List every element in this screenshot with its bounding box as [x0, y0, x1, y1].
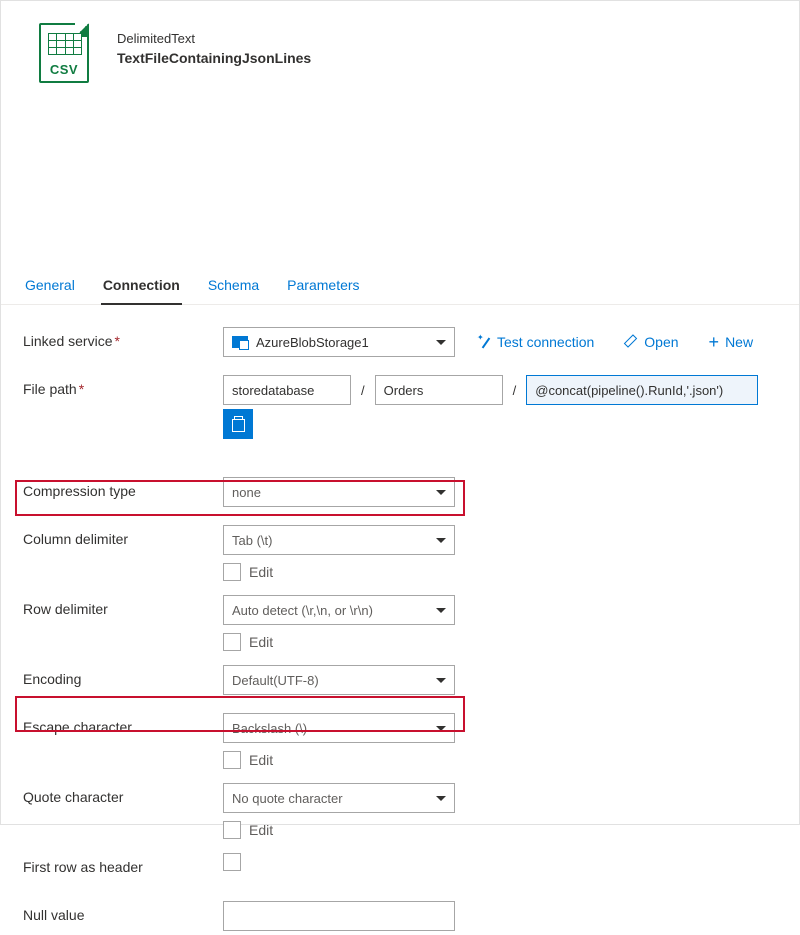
edit-label: Edit — [249, 822, 273, 838]
encoding-select[interactable]: Default(UTF-8) — [223, 665, 455, 695]
tab-schema[interactable]: Schema — [206, 269, 261, 304]
path-separator: / — [355, 383, 371, 398]
quote-character-edit-checkbox[interactable] — [223, 821, 241, 839]
edit-label: Edit — [249, 752, 273, 768]
chevron-down-icon — [436, 340, 446, 345]
encoding-label: Encoding — [23, 665, 223, 687]
linked-service-label: Linked service* — [23, 327, 223, 349]
null-value-input[interactable] — [223, 901, 455, 931]
storage-icon — [232, 336, 248, 348]
tab-connection[interactable]: Connection — [101, 269, 182, 305]
tab-bar: General Connection Schema Parameters — [1, 269, 799, 305]
row-delimiter-edit-checkbox[interactable] — [223, 633, 241, 651]
plus-icon: + — [709, 335, 720, 349]
open-button[interactable]: Open — [618, 334, 684, 350]
tab-parameters[interactable]: Parameters — [285, 269, 361, 304]
row-delimiter-label: Row delimiter — [23, 595, 223, 617]
column-delimiter-select[interactable]: Tab (\t) — [223, 525, 455, 555]
escape-character-select[interactable]: Backslash (\) — [223, 713, 455, 743]
row-delimiter-select[interactable]: Auto detect (\r,\n, or \r\n) — [223, 595, 455, 625]
path-separator: / — [507, 383, 523, 398]
chevron-down-icon — [436, 678, 446, 683]
linked-service-select[interactable]: AzureBlobStorage1 — [223, 327, 455, 357]
escape-character-edit-checkbox[interactable] — [223, 751, 241, 769]
first-row-header-checkbox[interactable] — [223, 853, 241, 871]
dataset-type: DelimitedText — [117, 31, 311, 46]
file-path-filename-input[interactable] — [526, 375, 758, 405]
chevron-down-icon — [436, 796, 446, 801]
null-value-label: Null value — [23, 901, 223, 923]
column-delimiter-label: Column delimiter — [23, 525, 223, 547]
csv-badge: CSV — [41, 62, 87, 77]
file-path-directory-input[interactable] — [375, 375, 503, 405]
delete-button[interactable] — [223, 409, 253, 439]
escape-character-label: Escape character — [23, 713, 223, 735]
file-path-label: File path* — [23, 375, 223, 397]
column-delimiter-edit-checkbox[interactable] — [223, 563, 241, 581]
edit-label: Edit — [249, 634, 273, 650]
chevron-down-icon — [436, 608, 446, 613]
csv-file-icon: CSV — [39, 23, 89, 83]
quote-character-label: Quote character — [23, 783, 223, 805]
compression-select[interactable]: none — [223, 477, 455, 507]
first-row-header-label: First row as header — [23, 853, 223, 875]
wand-icon — [477, 335, 491, 349]
chevron-down-icon — [436, 538, 446, 543]
test-connection-button[interactable]: Test connection — [471, 334, 600, 350]
tab-general[interactable]: General — [23, 269, 77, 304]
pencil-icon — [624, 335, 638, 349]
new-button[interactable]: + New — [703, 334, 760, 350]
trash-icon — [232, 417, 245, 432]
file-path-container-input[interactable] — [223, 375, 351, 405]
chevron-down-icon — [436, 726, 446, 731]
compression-label: Compression type — [23, 477, 223, 499]
quote-character-select[interactable]: No quote character — [223, 783, 455, 813]
edit-label: Edit — [249, 564, 273, 580]
dataset-title: TextFileContainingJsonLines — [117, 50, 311, 66]
chevron-down-icon — [436, 490, 446, 495]
